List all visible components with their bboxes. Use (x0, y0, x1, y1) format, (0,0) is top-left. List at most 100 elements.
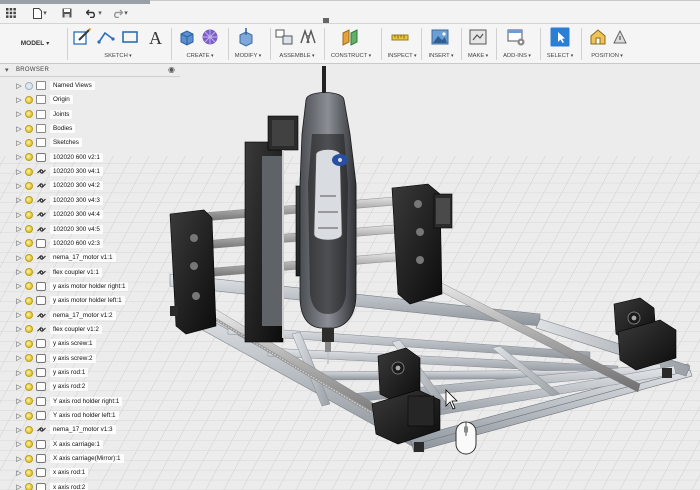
expand-arrow-icon[interactable]: ▷ (14, 225, 24, 233)
joint-icon[interactable] (298, 27, 318, 47)
browser-node[interactable]: ▷ y axis rod:2 (14, 380, 89, 393)
visibility-bulb-icon[interactable] (25, 425, 33, 434)
browser-node[interactable]: ▷ Y axis rod holder left:1 (14, 409, 119, 422)
visibility-bulb-icon[interactable] (25, 454, 33, 463)
browser-node[interactable]: ▷ flex coupler v1:1 (14, 266, 102, 279)
capture-position-icon[interactable] (588, 27, 608, 47)
redo-icon[interactable] (110, 6, 130, 20)
visibility-bulb-icon[interactable] (25, 110, 33, 119)
document-tab[interactable] (0, 0, 150, 4)
browser-node[interactable]: ▷ nema_17_motor v1:3 (14, 423, 116, 436)
select-icon[interactable] (550, 27, 570, 47)
visibility-bulb-icon[interactable] (25, 339, 33, 348)
browser-node[interactable]: ▷ y axis rod:1 (14, 366, 89, 379)
browser-node[interactable]: ▷ 102020 300 v4:1 (14, 165, 103, 178)
new-component-icon[interactable] (274, 27, 294, 47)
browser-node[interactable]: ▷ y axis screw:2 (14, 352, 96, 365)
visibility-bulb-icon[interactable] (25, 397, 33, 406)
visibility-bulb-icon[interactable] (25, 368, 33, 377)
group-label-sketch[interactable]: SKETCH (96, 53, 140, 59)
3d-print-icon[interactable] (468, 27, 488, 47)
expand-arrow-icon[interactable]: ▷ (14, 440, 24, 448)
visibility-bulb-icon[interactable] (25, 210, 33, 219)
scripts-addins-icon[interactable] (506, 27, 526, 47)
browser-node[interactable]: ▷ nema_17_motor v1:2 (14, 309, 116, 322)
visibility-bulb-icon[interactable] (25, 81, 33, 90)
expand-arrow-icon[interactable]: ▷ (14, 96, 24, 104)
browser-node[interactable]: ▷ 102020 300 v4:3 (14, 194, 103, 207)
expand-arrow-icon[interactable]: ▷ (14, 483, 24, 490)
expand-arrow-icon[interactable]: ▷ (14, 110, 24, 118)
browser-node[interactable]: ▷ 102020 300 v4:4 (14, 208, 103, 221)
expand-arrow-icon[interactable]: ▷ (14, 455, 24, 463)
save-icon[interactable] (60, 6, 74, 20)
expand-arrow-icon[interactable]: ▷ (14, 254, 24, 262)
group-label-assemble[interactable]: ASSEMBLE (274, 53, 320, 59)
expand-arrow-icon[interactable]: ▷ (14, 125, 24, 133)
browser-node[interactable]: ▷ x axis rod:1 (14, 466, 89, 479)
visibility-bulb-icon[interactable] (25, 253, 33, 262)
line-tool-icon[interactable] (96, 27, 116, 47)
visibility-bulb-icon[interactable] (25, 296, 33, 305)
browser-node[interactable]: ▷ x axis rod:2 (14, 481, 89, 490)
visibility-bulb-icon[interactable] (25, 325, 33, 334)
expand-arrow-icon[interactable]: ▷ (14, 168, 24, 176)
visibility-bulb-icon[interactable] (25, 239, 33, 248)
workspace-switcher[interactable]: MODEL (8, 34, 62, 52)
text-tool-icon[interactable]: A (146, 27, 166, 47)
browser-node[interactable]: ▷ Named Views (14, 79, 95, 92)
expand-arrow-icon[interactable]: ▷ (14, 397, 24, 405)
measure-icon[interactable] (390, 27, 410, 47)
browser-node[interactable]: ▷ y axis motor holder right:1 (14, 280, 129, 293)
browser-node[interactable]: ▷ y axis screw:1 (14, 337, 96, 350)
visibility-bulb-icon[interactable] (25, 282, 33, 291)
expand-arrow-icon[interactable]: ▷ (14, 369, 24, 377)
expand-arrow-icon[interactable]: ▷ (14, 82, 24, 90)
expand-arrow-icon[interactable]: ▷ (14, 412, 24, 420)
press-pull-icon[interactable] (236, 27, 256, 47)
expand-arrow-icon[interactable]: ▷ (14, 139, 24, 147)
visibility-bulb-icon[interactable] (25, 411, 33, 420)
visibility-bulb-icon[interactable] (25, 95, 33, 104)
offset-plane-icon[interactable] (340, 27, 360, 47)
expand-arrow-icon[interactable]: ▷ (14, 182, 24, 190)
visibility-bulb-icon[interactable] (25, 167, 33, 176)
undo-icon[interactable] (84, 6, 104, 20)
expand-arrow-icon[interactable]: ▷ (14, 354, 24, 362)
browser-node[interactable]: ▷ flex coupler v1:2 (14, 323, 102, 336)
browser-node[interactable]: ▷ 102020 600 v2:1 (14, 151, 103, 164)
expand-arrow-icon[interactable]: ▷ (14, 383, 24, 391)
expand-arrow-icon[interactable]: ▷ (14, 469, 24, 477)
browser-node[interactable]: ▷ nema_17_motor v1:1 (14, 251, 116, 264)
visibility-bulb-icon[interactable] (25, 354, 33, 363)
file-menu-icon[interactable] (30, 6, 50, 20)
browser-node[interactable]: ▷ X axis carriage(Mirror):1 (14, 452, 124, 465)
visibility-bulb-icon[interactable] (25, 196, 33, 205)
visibility-bulb-icon[interactable] (25, 483, 33, 490)
expand-arrow-icon[interactable]: ▷ (14, 340, 24, 348)
group-label-create[interactable]: CREATE (178, 53, 222, 59)
group-label-modify[interactable]: MODIFY (226, 53, 270, 59)
expand-arrow-icon[interactable]: ▷ (14, 297, 24, 305)
browser-node[interactable]: ▷ X axis carriage:1 (14, 438, 103, 451)
expand-arrow-icon[interactable]: ▷ (14, 239, 24, 247)
create-sketch-icon[interactable] (72, 27, 92, 47)
browser-node[interactable]: ▷ 102020 300 v4:5 (14, 223, 103, 236)
expand-arrow-icon[interactable]: ▷ (14, 211, 24, 219)
visibility-bulb-icon[interactable] (25, 382, 33, 391)
expand-arrow-icon[interactable]: ▷ (14, 196, 24, 204)
browser-node[interactable]: ▷ Joints (14, 108, 73, 121)
visibility-bulb-icon[interactable] (25, 268, 33, 277)
visibility-bulb-icon[interactable] (25, 225, 33, 233)
revert-position-icon[interactable] (610, 27, 630, 47)
expand-arrow-icon[interactable]: ▷ (14, 153, 24, 161)
browser-node[interactable]: ▷ Origin (14, 93, 73, 106)
browser-node[interactable]: ▷ Sketches (14, 136, 82, 149)
browser-node[interactable]: ▷ y axis motor holder left:1 (14, 294, 125, 307)
app-grid-icon[interactable] (4, 6, 18, 20)
visibility-bulb-icon[interactable] (25, 440, 33, 449)
group-label-make[interactable]: MAKE (461, 53, 495, 59)
group-label-position[interactable]: POSITION (583, 53, 631, 59)
visibility-bulb-icon[interactable] (25, 468, 33, 477)
expand-arrow-icon[interactable]: ▷ (14, 311, 24, 319)
